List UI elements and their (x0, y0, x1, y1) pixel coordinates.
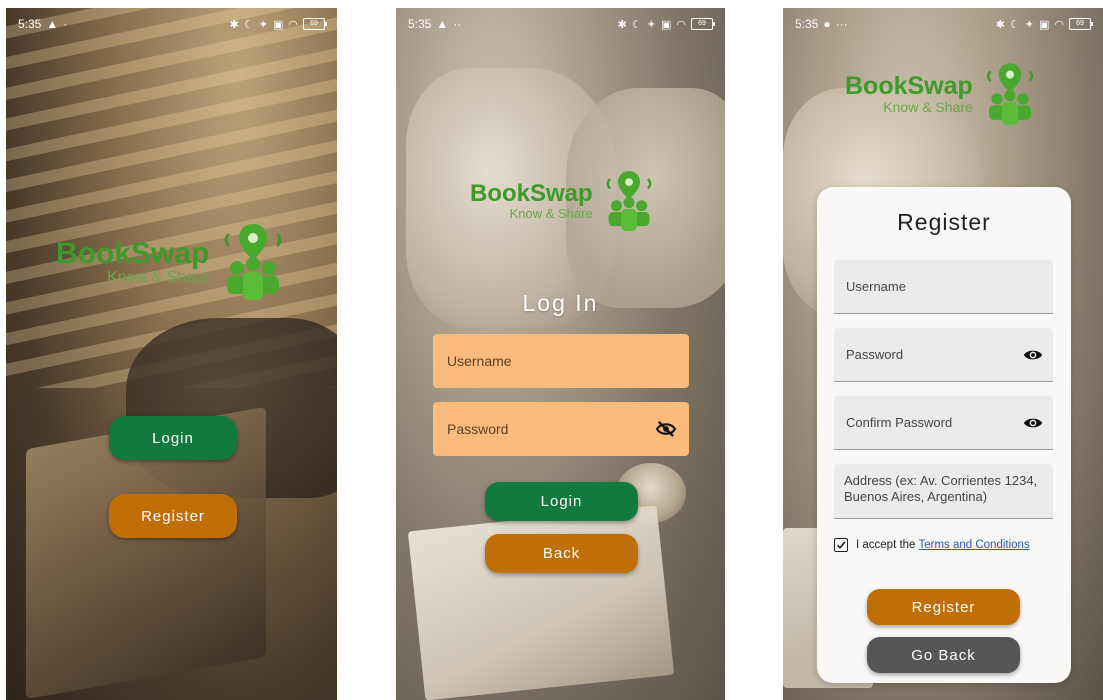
register-button[interactable]: Register (867, 589, 1020, 625)
login-button[interactable]: Login (109, 416, 237, 460)
bluetooth-icon: ✱ (995, 18, 1005, 31)
chat-icon: ● (823, 17, 831, 31)
location-people-icon (606, 171, 652, 231)
vibrate-icon: ✦ (646, 18, 656, 31)
status-bar: 5:35 ● ··· ✱ ☾ ✦ ▣ ◠ 69 (783, 8, 1103, 40)
password-input[interactable] (445, 420, 649, 438)
confirm-password-field[interactable] (834, 396, 1053, 450)
password-field[interactable] (834, 328, 1053, 382)
welcome-screen: 5:35 ▲ · ✱ ☾ ✦ ▣ ◠ 69 BookSwap Know & Sh… (6, 8, 337, 700)
terms-row: I accept the Terms and Conditions (834, 538, 1030, 552)
password-field[interactable] (433, 402, 689, 456)
username-field[interactable] (834, 260, 1053, 314)
moon-icon: ☾ (243, 18, 254, 31)
eye-icon[interactable] (1023, 416, 1043, 430)
logo-brand: BookSwap (56, 236, 210, 270)
address-input[interactable] (844, 473, 1043, 509)
app-logo: BookSwap Know & Share (56, 220, 291, 304)
page-title: Log In (522, 290, 599, 316)
terms-checkbox[interactable] (834, 538, 848, 552)
location-people-icon (224, 224, 282, 300)
sim-icon: ▣ (1038, 18, 1050, 31)
eye-icon[interactable] (1023, 348, 1043, 362)
background-blanket (126, 318, 337, 498)
vibrate-icon: ✦ (258, 18, 268, 31)
terms-link[interactable]: Terms and Conditions (918, 539, 1029, 551)
login-screen: 5:35 ▲ ·· ✱ ☾ ✦ ▣ ◠ 69 BookSwap Know & S… (396, 8, 725, 700)
sim-icon: ▣ (660, 18, 672, 31)
username-input[interactable] (844, 278, 1023, 295)
vibrate-icon: ✦ (1024, 18, 1034, 31)
logo-tagline: Know & Share (509, 206, 593, 221)
register-screen: 5:35 ● ··· ✱ ☾ ✦ ▣ ◠ 69 BookSwap Know & … (783, 8, 1103, 700)
username-field[interactable] (433, 334, 689, 388)
moon-icon: ☾ (631, 18, 642, 31)
logo-brand: BookSwap (845, 72, 973, 100)
status-bar: 5:35 ▲ · ✱ ☾ ✦ ▣ ◠ 69 (6, 8, 337, 40)
register-button[interactable]: Register (109, 494, 237, 538)
back-button[interactable]: Back (485, 534, 638, 573)
alert-icon: ▲ (46, 17, 59, 31)
status-time: 5:35 (408, 17, 432, 31)
battery-icon: 69 (303, 18, 327, 30)
page-title: Register (897, 209, 991, 235)
go-back-button[interactable]: Go Back (867, 637, 1020, 673)
status-time: 5:35 (18, 17, 42, 31)
logo-brand: BookSwap (470, 180, 593, 207)
status-time: 5:35 (795, 17, 819, 31)
moon-icon: ☾ (1009, 18, 1020, 31)
register-card: Register Username Address (ex: Av. Corri… (817, 187, 1071, 683)
location-people-icon (986, 63, 1033, 125)
logo-tagline: Know & Share (883, 99, 973, 115)
bluetooth-icon: ✱ (617, 18, 627, 31)
password-input[interactable] (844, 346, 1023, 363)
terms-prefix: I accept the (856, 539, 916, 551)
app-logo: BookSwap Know & Share (845, 60, 1041, 128)
wifi-icon: ◠ (676, 18, 686, 31)
dot-icon: · (63, 17, 68, 31)
wifi-icon: ◠ (288, 18, 298, 31)
username-input[interactable] (445, 352, 649, 370)
address-field[interactable] (834, 464, 1053, 519)
dots-icon: ·· (453, 17, 462, 31)
logo-tagline: Know & Share (107, 268, 210, 286)
confirm-password-input[interactable] (844, 414, 1023, 431)
battery-icon: 69 (1069, 18, 1093, 30)
battery-icon: 69 (691, 18, 715, 30)
status-bar: 5:35 ▲ ·· ✱ ☾ ✦ ▣ ◠ 69 (396, 8, 725, 40)
login-button[interactable]: Login (485, 482, 638, 521)
eye-off-icon[interactable] (655, 420, 677, 438)
dots-icon: ··· (835, 17, 848, 31)
sim-icon: ▣ (272, 18, 284, 31)
check-icon (836, 541, 846, 550)
bluetooth-icon: ✱ (229, 18, 239, 31)
stage: 5:35 ▲ · ✱ ☾ ✦ ▣ ◠ 69 BookSwap Know & Sh… (0, 0, 1103, 700)
app-logo: BookSwap Know & Share (470, 168, 659, 234)
alert-icon: ▲ (436, 17, 449, 31)
wifi-icon: ◠ (1054, 18, 1064, 31)
